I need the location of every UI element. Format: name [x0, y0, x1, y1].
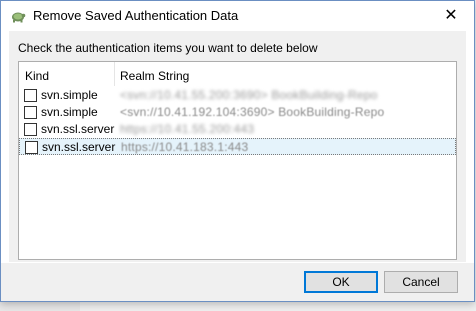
- item-realm: <svn://10.41.192.104:3690> BookBuilding-…: [120, 105, 385, 119]
- item-kind: svn.simple: [41, 105, 98, 119]
- title-bar: Remove Saved Authentication Data ✕: [1, 1, 474, 31]
- column-header-kind[interactable]: Kind: [25, 67, 49, 85]
- auth-items-list[interactable]: Kind Realm String svn.simple <svn://10.4…: [18, 61, 457, 260]
- column-divider[interactable]: [114, 62, 115, 86]
- close-button[interactable]: ✕: [428, 1, 474, 31]
- item-checkbox[interactable]: [25, 141, 38, 154]
- button-bar: OK Cancel: [1, 263, 474, 301]
- column-header-realm[interactable]: Realm String: [120, 67, 189, 85]
- item-realm: <svn://10.41.55.200:3690> BookBuilding-R…: [120, 88, 378, 102]
- item-checkbox[interactable]: [24, 106, 37, 119]
- item-checkbox[interactable]: [24, 89, 37, 102]
- cancel-button[interactable]: Cancel: [384, 271, 458, 293]
- instruction-text: Check the authentication items you want …: [18, 41, 318, 55]
- item-kind: svn.ssl.server: [41, 122, 115, 136]
- item-realm: https://10.41.183.1:443: [121, 140, 249, 154]
- list-item[interactable]: svn.ssl.server https://10.41.55.200:443: [19, 121, 456, 138]
- ok-button[interactable]: OK: [304, 271, 378, 293]
- list-item[interactable]: svn.simple <svn://10.41.192.104:3690> Bo…: [19, 104, 456, 121]
- list-item[interactable]: svn.simple <svn://10.41.55.200:3690> Boo…: [19, 87, 456, 104]
- item-realm: https://10.41.55.200:443: [120, 122, 255, 136]
- item-kind: svn.simple: [41, 88, 98, 102]
- dialog-title: Remove Saved Authentication Data: [33, 8, 239, 23]
- tortoise-icon: [12, 12, 26, 23]
- list-item-selected[interactable]: svn.ssl.server https://10.41.183.1:443: [19, 138, 456, 155]
- item-checkbox[interactable]: [24, 123, 37, 136]
- dialog-body: Check the authentication items you want …: [9, 31, 466, 262]
- remove-auth-dialog: Remove Saved Authentication Data ✕ Check…: [0, 0, 475, 302]
- item-kind: svn.ssl.server: [42, 140, 116, 154]
